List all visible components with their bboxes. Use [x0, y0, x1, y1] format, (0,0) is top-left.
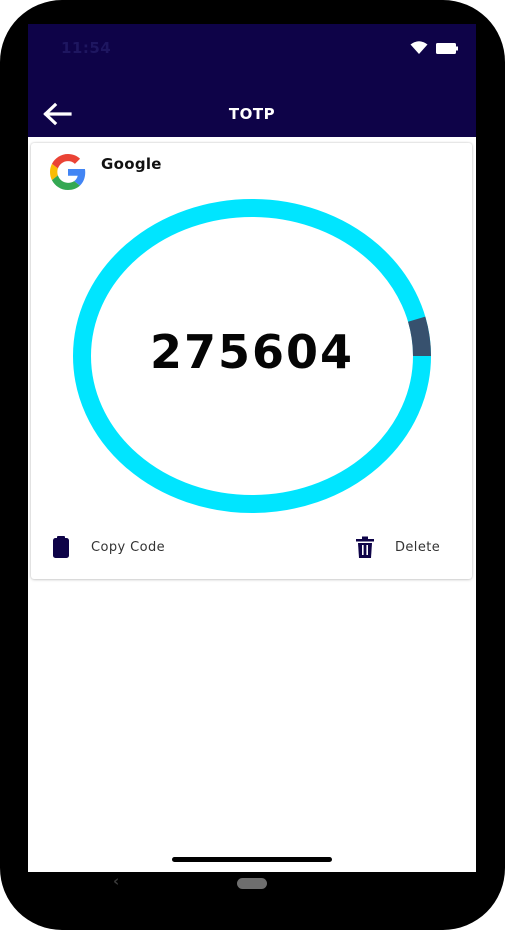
wifi-icon	[410, 41, 428, 54]
system-home-button[interactable]	[237, 878, 267, 889]
clipboard-icon	[53, 536, 69, 558]
screen: 11:54 TOTP Google 275604 Copy Code Delet…	[28, 24, 476, 872]
delete-label: Delete	[395, 539, 441, 555]
totp-account-card: Google 275604 Copy Code Delete	[31, 143, 472, 579]
copy-code-button[interactable]: Copy Code	[49, 535, 165, 559]
system-back-button[interactable]: ‹	[113, 872, 119, 890]
trash-icon	[356, 536, 374, 558]
copy-code-label: Copy Code	[91, 539, 165, 555]
page-title: TOTP	[228, 105, 276, 123]
phone-frame: 11:54 TOTP Google 275604 Copy Code Delet…	[0, 0, 505, 930]
home-indicator[interactable]	[172, 857, 332, 862]
status-time: 11:54	[61, 39, 112, 57]
delete-button[interactable]: Delete	[353, 535, 440, 559]
account-issuer: Google	[101, 155, 162, 173]
totp-code[interactable]: 275604	[73, 325, 431, 379]
status-icons	[410, 40, 458, 56]
app-bar: 11:54 TOTP	[28, 24, 476, 137]
battery-icon	[436, 42, 458, 54]
google-logo-icon	[50, 154, 86, 190]
